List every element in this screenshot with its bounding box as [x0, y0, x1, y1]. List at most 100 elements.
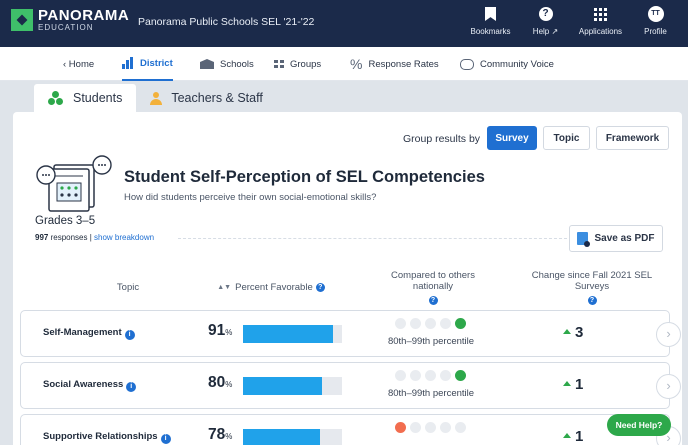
- change-number: 3: [575, 324, 584, 341]
- change-help-icon[interactable]: ?: [587, 296, 597, 305]
- results-card: Group results by Survey Topic Framework …: [13, 112, 682, 445]
- show-breakdown-link[interactable]: show breakdown: [94, 233, 154, 242]
- percentile-dot: [440, 370, 451, 381]
- percentile-dot: [395, 318, 406, 329]
- bookmarks-label: Bookmarks: [470, 27, 511, 36]
- percentile-dot: [395, 370, 406, 381]
- apps-grid-icon: [594, 7, 607, 21]
- percentile-dot: [440, 422, 451, 433]
- percentile-label: 80th–99th percentile: [387, 388, 475, 399]
- table-row[interactable]: Supportive Relationships i 78% 1 ›: [20, 414, 681, 445]
- percentile-dot: [425, 422, 436, 433]
- sort-icon: ▲▼: [217, 284, 232, 291]
- up-arrow-icon: [563, 381, 571, 386]
- tab-students[interactable]: Students: [34, 84, 137, 112]
- logo-name: PANORAMA: [38, 7, 130, 24]
- nav-community-voice-label: Community Voice: [480, 58, 554, 70]
- nav-community-voice[interactable]: Community Voice: [460, 47, 554, 81]
- teacher-icon: [150, 91, 163, 105]
- nav-groups[interactable]: Groups: [274, 47, 321, 81]
- percent-favorable: 80%: [208, 374, 233, 391]
- topic-name[interactable]: Self-Management i: [43, 327, 135, 340]
- header-change-label: Change since Fall 2021 SEL Surveys: [531, 270, 653, 292]
- topic-name[interactable]: Supportive Relationships i: [43, 431, 171, 444]
- profile-button[interactable]: TT Profile: [629, 4, 682, 36]
- top-nav: Bookmarks ? Help ↗ Applications TT Profi…: [462, 4, 682, 36]
- survey-document-icon: [36, 155, 112, 212]
- header-change: Change since Fall 2021 SEL Surveys ?: [521, 270, 663, 305]
- panorama-logo[interactable]: PANORAMA EDUCATION: [11, 8, 129, 32]
- nav-home[interactable]: ‹ Home: [63, 47, 94, 81]
- header-percent-favorable[interactable]: ▲▼ Percent Favorable?: [209, 282, 333, 293]
- header-compared: Compared to others nationally ?: [375, 270, 491, 305]
- row-expand-chevron-icon[interactable]: ›: [656, 322, 681, 347]
- compared-help-icon[interactable]: ?: [428, 296, 438, 305]
- percent-value: 91: [208, 322, 226, 339]
- percentile-dot: [410, 422, 421, 433]
- nav-response-rates-label: Response Rates: [368, 58, 439, 70]
- help-button[interactable]: ? Help ↗: [519, 4, 572, 36]
- group-by-topic-button[interactable]: Topic: [543, 126, 590, 150]
- change-number: 1: [575, 376, 584, 393]
- row-expand-chevron-icon[interactable]: ›: [656, 374, 681, 399]
- district-title[interactable]: Panorama Public Schools SEL '21-'22: [138, 16, 314, 28]
- favorable-bar-fill: [243, 429, 321, 445]
- percentile-dot: [455, 370, 466, 381]
- tab-teachers-staff[interactable]: Teachers & Staff: [136, 84, 277, 112]
- percentile-dots: [395, 370, 470, 381]
- logo-sub: EDUCATION: [38, 23, 94, 32]
- table-row[interactable]: Self-Management i 91% 80th–99th percentile 3…: [20, 310, 681, 357]
- nav-district[interactable]: District: [122, 47, 173, 81]
- bookmarks-button[interactable]: Bookmarks: [464, 4, 517, 36]
- group-by-framework-button[interactable]: Framework: [596, 126, 669, 150]
- favorable-help-icon[interactable]: ?: [315, 283, 325, 292]
- group-by-survey-button[interactable]: Survey: [487, 126, 537, 150]
- tab-teachers-label: Teachers & Staff: [171, 91, 263, 105]
- response-count: 997: [35, 233, 49, 242]
- nav-schools-label: Schools: [220, 58, 254, 70]
- logo-mark-icon: [11, 9, 33, 31]
- table-row[interactable]: Social Awareness i 80% 80th–99th percentile…: [20, 362, 681, 409]
- percentile-dot: [395, 422, 406, 433]
- favorable-bar-track: [243, 429, 342, 445]
- school-icon: [200, 59, 214, 69]
- survey-question: How did students perceive their own soci…: [124, 192, 377, 203]
- percentile-dot: [410, 370, 421, 381]
- info-icon[interactable]: i: [160, 434, 171, 444]
- percentile-dot: [455, 422, 466, 433]
- audience-tabs: Students Teachers & Staff: [34, 84, 277, 112]
- district-bars-icon: [122, 57, 134, 69]
- percentile-dot: [425, 370, 436, 381]
- applications-button[interactable]: Applications: [574, 4, 627, 36]
- percentile-dots: [395, 422, 470, 433]
- nav-schools[interactable]: Schools: [200, 47, 254, 81]
- percentile-label: 80th–99th percentile: [387, 336, 475, 347]
- help-label: Help ↗: [532, 27, 559, 36]
- need-help-button[interactable]: Need Help?: [607, 414, 671, 436]
- responses-summary: 997 responses | show breakdown: [35, 233, 154, 242]
- percentile-dot: [440, 318, 451, 329]
- tab-students-label: Students: [73, 91, 123, 105]
- percentile-dot: [455, 318, 466, 329]
- responses-text: responses |: [48, 233, 95, 242]
- avatar-icon: TT: [647, 6, 664, 22]
- help-icon: ?: [538, 7, 553, 21]
- header-compared-label: Compared to others nationally: [391, 270, 475, 292]
- nav-response-rates[interactable]: % Response Rates: [350, 47, 439, 81]
- favorable-bar-track: [243, 325, 342, 343]
- favorable-bar-fill: [243, 325, 334, 343]
- change-number: 1: [575, 428, 584, 445]
- percent-value: 78: [208, 426, 226, 443]
- percentile-dot: [410, 318, 421, 329]
- header-favorable-label: Percent Favorable: [235, 282, 313, 294]
- change-value: 1: [563, 376, 583, 393]
- group-by-label: Group results by: [403, 133, 481, 145]
- save-as-pdf-button[interactable]: Save as PDF: [569, 225, 663, 252]
- info-icon[interactable]: i: [126, 382, 137, 392]
- divider: [178, 238, 567, 239]
- topic-label: Self-Management: [43, 327, 122, 338]
- topic-name[interactable]: Social Awareness i: [43, 379, 137, 392]
- info-icon[interactable]: i: [124, 330, 135, 340]
- favorable-bar-fill: [243, 377, 323, 395]
- topic-label: Social Awareness: [43, 379, 124, 390]
